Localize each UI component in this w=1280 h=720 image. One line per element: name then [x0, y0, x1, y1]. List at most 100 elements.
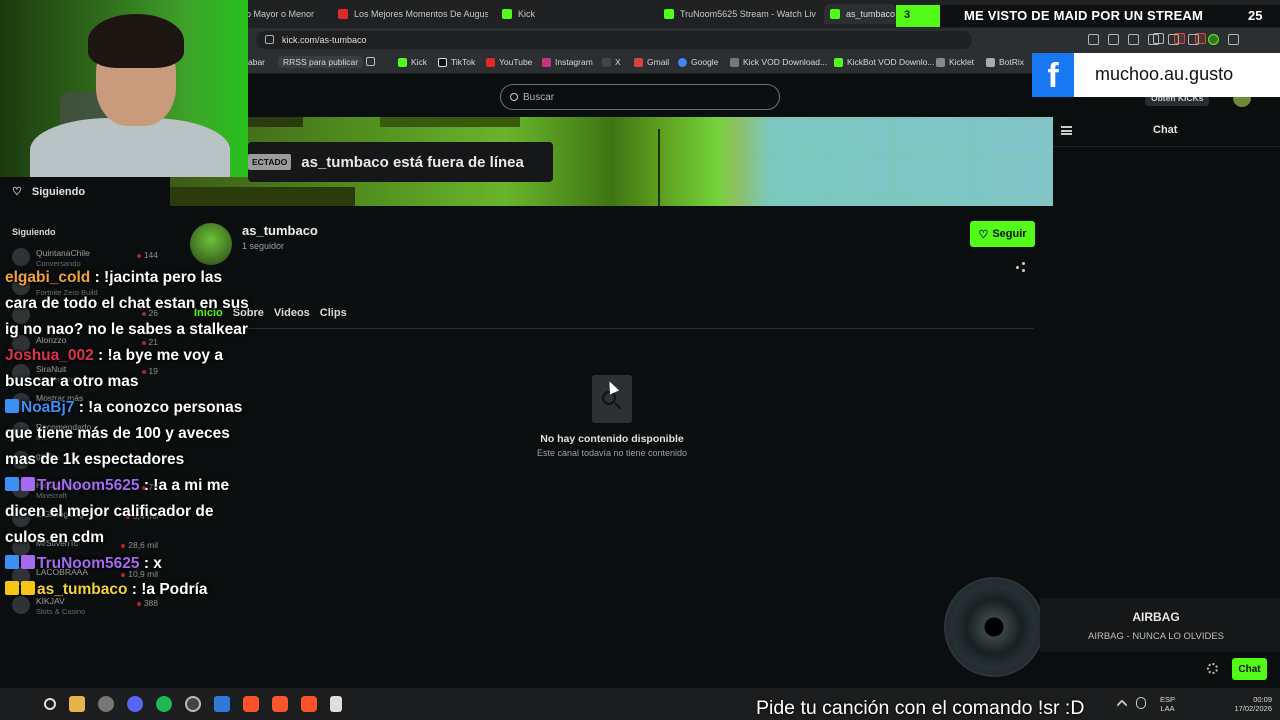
document-icon[interactable] — [330, 696, 342, 712]
stream-chat-overlay: elgabi_cold : !jacinta pero las cara de … — [0, 265, 250, 603]
chat-message: Joshua_002 : !a bye me voy a buscar a ot… — [0, 343, 250, 395]
tiktok-icon — [438, 57, 447, 67]
chat-text: : x — [139, 555, 162, 572]
bookmark[interactable]: Kicklet — [936, 57, 974, 67]
obs-icon[interactable] — [185, 696, 201, 712]
youtube-icon — [486, 57, 495, 67]
empty-state-subtitle: Este canal todavía no tiene contenido — [536, 448, 688, 458]
facebook-icon: f — [1032, 53, 1074, 97]
app-icon[interactable] — [214, 696, 230, 712]
bookmark[interactable]: BotRix — [986, 57, 1024, 67]
screen: { "browser": { "tabs": [ {"label": "o Ma… — [0, 0, 1280, 720]
collapse-chat-icon[interactable] — [1061, 126, 1072, 135]
chat-settings-icon[interactable] — [1207, 663, 1218, 674]
chat-message: elgabi_cold : !jacinta pero las cara de … — [0, 265, 250, 343]
goal-target: 25 — [1248, 8, 1263, 23]
extension-icon[interactable] — [1108, 34, 1119, 45]
chat-message: NoaBj7 : !a conozco personas que tiene m… — [0, 395, 250, 473]
sidebar-toggle-icon[interactable] — [1128, 34, 1139, 45]
following-nav-link[interactable]: ♡ Siguiendo — [12, 185, 85, 199]
heart-icon: ♡ — [12, 186, 22, 198]
brave-icon[interactable] — [301, 696, 317, 712]
chat-send-button[interactable]: Chat — [1232, 658, 1267, 680]
chat-message: TruNoom5625 : x — [0, 551, 250, 577]
search-icon[interactable] — [44, 698, 56, 710]
tabs-divider — [190, 328, 1034, 329]
chat-username: Joshua_002 — [5, 347, 94, 364]
song-artist: AIRBAG — [1132, 610, 1180, 624]
empty-state-title: No hay contenido disponible — [540, 433, 684, 445]
browser-tab[interactable]: o Mayor o Menor — [246, 4, 332, 24]
input-language[interactable]: ESP LAA — [1160, 695, 1175, 713]
channel-name: as_tumbaco — [242, 223, 318, 238]
steam-icon[interactable] — [98, 696, 114, 712]
url-field[interactable]: kick.com/as-tumbaco — [256, 31, 972, 49]
channel-avatar[interactable] — [190, 223, 232, 265]
file-explorer-icon[interactable] — [69, 696, 85, 712]
kick-icon — [502, 9, 512, 19]
system-clock[interactable]: 00:09 17/02/2026 — [1226, 695, 1272, 713]
tab-videos[interactable]: Videos — [274, 307, 310, 319]
site-info-icon[interactable] — [265, 35, 274, 44]
bookmark[interactable]: Instagram — [542, 57, 593, 67]
chat-title: Chat — [1153, 124, 1178, 136]
search-input[interactable]: Buscar — [500, 84, 780, 110]
bookmark-folder[interactable]: RRSS para publicar — [278, 56, 364, 68]
chat-badge-icon — [5, 581, 19, 595]
chat-username: TruNoom5625 — [37, 477, 140, 494]
webcam-overlay — [0, 0, 248, 177]
microphone-icon[interactable] — [1136, 697, 1146, 709]
chat-badge-icon — [21, 581, 35, 595]
tab-clips[interactable]: Clips — [320, 307, 347, 319]
extension-icon[interactable] — [1088, 34, 1099, 45]
channel-category: Slots & Casino — [36, 607, 86, 616]
spotify-icon[interactable] — [156, 696, 172, 712]
vod-icon — [730, 57, 739, 67]
share-icon[interactable] — [1016, 262, 1026, 272]
chat-divider — [1053, 146, 1280, 147]
kick-icon — [664, 9, 674, 19]
brave-icon[interactable] — [243, 696, 259, 712]
chat-username: as_tumbaco — [37, 581, 128, 598]
browser-tab[interactable]: Los Mejores Momentos De Augusto — [338, 4, 488, 24]
kickbot-icon — [834, 57, 843, 67]
chat-message: TruNoom5625 : !a a mi me dicen el mejor … — [0, 473, 250, 551]
apps-grid-icon[interactable] — [366, 57, 375, 66]
browser-tab-active[interactable]: as_tumbaco S — [824, 4, 896, 24]
bookmark[interactable]: Kick — [398, 57, 427, 67]
chat-username: TruNoom5625 — [37, 555, 140, 572]
chat-badge-icon — [21, 477, 35, 491]
chevron-up-icon[interactable] — [1116, 699, 1128, 711]
browser-tab[interactable]: Kick — [502, 4, 592, 24]
extension-icon[interactable] — [1188, 34, 1199, 45]
gmail-icon — [634, 57, 643, 67]
x-icon — [602, 57, 611, 67]
bookmark[interactable]: Google — [678, 57, 718, 67]
song-request-caption: Pide tu canción con el comando !sr :D — [756, 697, 1085, 719]
bookmark[interactable]: Gmail — [634, 57, 669, 67]
bookmark[interactable]: KickBot VOD Downlo... — [834, 57, 934, 67]
bookmark[interactable]: YouTube — [486, 57, 532, 67]
now-playing-card: AIRBAG AIRBAG - NUNCA LO OLVIDES — [1040, 598, 1280, 652]
bookmark[interactable]: TikTok — [438, 57, 475, 67]
album-art — [944, 577, 1044, 677]
bookmark[interactable]: X — [602, 57, 621, 67]
goal-progress: 3 — [896, 5, 940, 27]
follow-button[interactable]: ♡ Seguir — [970, 221, 1035, 247]
chat-badge-icon — [5, 477, 19, 491]
brave-icon[interactable] — [272, 696, 288, 712]
song-title: AIRBAG - NUNCA LO OLVIDES — [1087, 631, 1225, 642]
extension-icon[interactable] — [1168, 34, 1179, 45]
bookmark[interactable]: Kick VOD Download... — [730, 57, 827, 67]
bookmark[interactable]: abar — [248, 57, 265, 67]
extension-icon[interactable] — [1148, 34, 1159, 45]
profile-icon[interactable] — [1208, 34, 1219, 45]
chat-message: as_tumbaco : !a Podría — [0, 577, 250, 603]
browser-tab[interactable]: TruNoom5625 Stream - Watch Live o — [664, 4, 816, 24]
taskbar: ESP LAA 00:09 17/02/2026 — [0, 688, 1280, 720]
taskbar-apps — [44, 696, 342, 712]
menu-icon[interactable] — [1228, 34, 1239, 45]
system-tray — [1116, 697, 1146, 711]
chat-badge-icon — [5, 555, 19, 569]
discord-icon[interactable] — [127, 696, 143, 712]
